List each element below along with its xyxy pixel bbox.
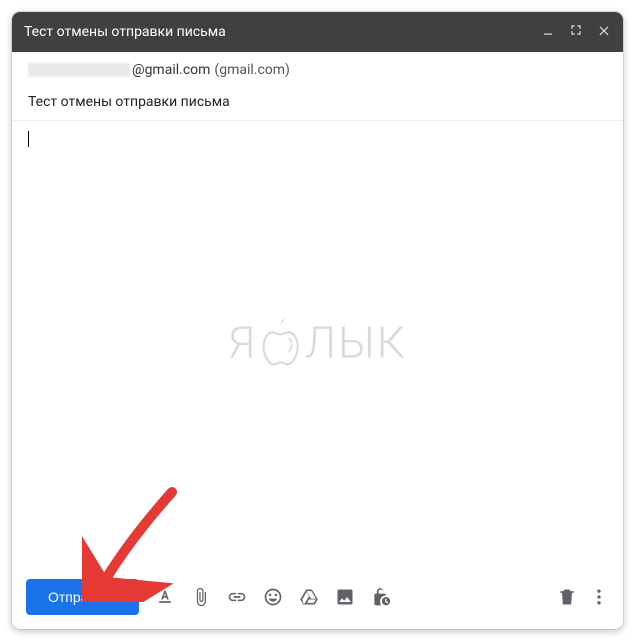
compose-window: Тест отмены отправки письма @gmail.com (… bbox=[12, 12, 623, 629]
titlebar: Тест отмены отправки письма bbox=[12, 12, 623, 52]
emoji-icon[interactable] bbox=[263, 587, 283, 607]
subject-text: Тест отмены отправки письма bbox=[28, 94, 230, 110]
close-icon[interactable] bbox=[597, 23, 611, 41]
message-body[interactable]: Я ЛЫК bbox=[12, 121, 623, 569]
link-icon[interactable] bbox=[227, 587, 247, 607]
watermark-right: ЛЫК bbox=[305, 316, 407, 368]
recipient-domain: @gmail.com bbox=[132, 62, 210, 78]
recipient-hint: (gmail.com) bbox=[214, 62, 290, 78]
watermark: Я ЛЫК bbox=[228, 316, 407, 368]
formatting-tools bbox=[155, 587, 391, 607]
lock-clock-icon[interactable] bbox=[371, 587, 391, 607]
text-cursor bbox=[28, 131, 29, 147]
more-vert-icon[interactable] bbox=[589, 587, 609, 607]
attachment-icon[interactable] bbox=[191, 587, 211, 607]
recipient-redacted bbox=[28, 63, 130, 77]
recipient-row[interactable]: @gmail.com (gmail.com) bbox=[12, 52, 623, 86]
toolbar: Отправить bbox=[12, 569, 623, 629]
trash-icon[interactable] bbox=[557, 587, 577, 607]
drive-icon[interactable] bbox=[299, 587, 319, 607]
minimize-icon[interactable] bbox=[541, 23, 555, 41]
watermark-left: Я bbox=[228, 316, 257, 368]
right-tools bbox=[557, 587, 609, 607]
apple-icon bbox=[261, 318, 301, 366]
text-format-icon[interactable] bbox=[155, 587, 175, 607]
window-controls bbox=[541, 23, 611, 41]
send-button[interactable]: Отправить bbox=[26, 579, 139, 615]
image-icon[interactable] bbox=[335, 587, 355, 607]
subject-row[interactable]: Тест отмены отправки письма bbox=[12, 86, 623, 121]
expand-icon[interactable] bbox=[569, 23, 583, 41]
window-title: Тест отмены отправки письма bbox=[24, 24, 541, 40]
